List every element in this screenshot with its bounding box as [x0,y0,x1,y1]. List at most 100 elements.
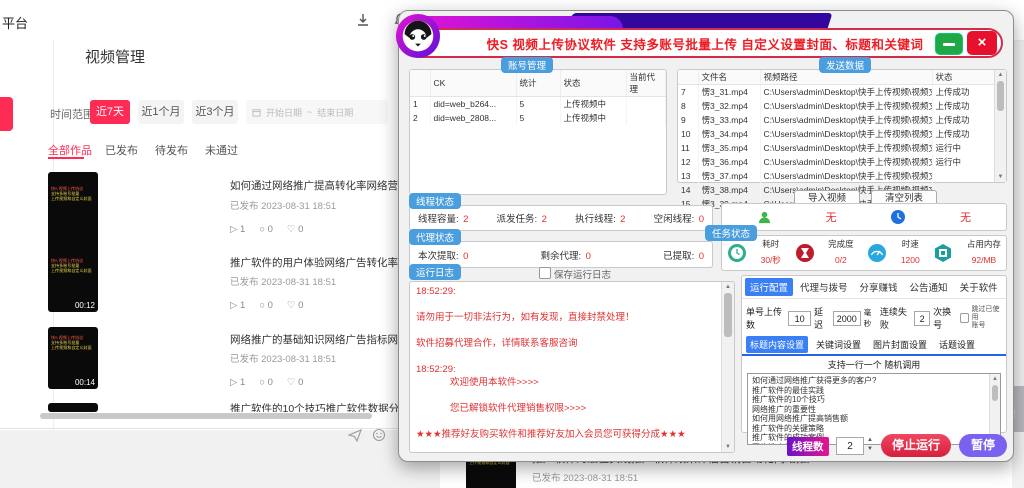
thread-count-label: 线程数 [787,437,829,456]
thread-count-stepper[interactable]: ▲▼ [867,436,873,454]
task-section-tag: 任务状态 [705,225,757,241]
smiley-icon[interactable] [372,428,386,442]
fail-input[interactable]: 2 [914,311,930,326]
site-brand: 平台 [2,13,28,32]
monitor-value: 无 [960,209,971,225]
time-range-label: 时间范围 [50,106,94,122]
user-icon [757,210,772,225]
send-row[interactable]: 8愣3_32.mp4C:\Users\admin\Desktop\快手上传视频\… [678,99,1006,113]
download-icon[interactable] [355,12,373,30]
stop-run-button[interactable]: 停止运行 [881,434,951,457]
thumbnail-text: 快S 视频上传协议支持多账号批量上传视频和自定义封面 [48,172,98,201]
log-section-tag: 运行日志 [409,264,461,280]
upload-per-account-input[interactable]: 10 [788,311,811,326]
tab-pending[interactable]: 待发布 [155,142,188,158]
send-row[interactable]: 11愣3_35.mp4C:\Users\admin\Desktop\快手上传视频… [678,141,1006,155]
tab-all-works[interactable]: 全部作品 [48,142,92,158]
log-line: 18:52:29: [416,363,728,376]
subtab-topics[interactable]: 话题设置 [935,336,979,353]
video-meta: 已发布 2023-08-31 18:51 [230,274,336,288]
monitor-value: 无 [826,209,837,225]
like-count-icon: ♡ [287,300,296,311]
video-thumbnail[interactable]: 快S 视频上传协议支持多账号批量上传视频和自定义封面 00:14 [48,327,98,389]
send-row[interactable]: 7愣3_31.mp4C:\Users\admin\Desktop\快手上传视频\… [678,85,1006,100]
titles-textarea[interactable]: 如何通过网络推广获得更多的客户? 推广软件的最佳实践 推广软件的10个技巧 网络… [747,373,1001,445]
log-line: 请勿用于一切非法行为，如有发现，直接封禁处理！ [416,311,728,324]
send-row[interactable]: 13愣3_37.mp4C:\Users\admin\Desktop\快手上传视频… [678,169,1006,183]
tab-share-earn[interactable]: 分享赚钱 [855,278,903,296]
task-status-box: 耗时30/秒 完成度0/2 时速1200 占用内存92/MB [721,235,1007,271]
comment-count-icon: ○ [259,300,265,311]
video-title[interactable]: 推广软件的用户体验网络广告转化率推广软件营销推广软件软件网络营销分析#推广软件数 [230,255,398,270]
account-row[interactable]: 1did=web_b264...5上传视频中 [410,97,666,112]
log-line: 您已解锁软件代理销售权限>>>> [416,402,728,415]
date-separator: ~ [307,107,312,117]
log-scrollbar[interactable]: ▲ ▼ [721,282,734,452]
subtab-keywords[interactable]: 关键词设置 [812,336,865,353]
delay-label: 延迟 [814,305,830,331]
tab-run-config[interactable]: 运行配置 [745,278,793,296]
account-table[interactable]: CK统计状态当前代理 1did=web_b264...5上传视频中 2did=w… [409,69,667,195]
video-stats: ▷ 1 ○ 0 ♡ 0 [230,377,303,388]
titles-hint: 支持一行一个 随机调用 [742,356,1006,373]
titlebar: 快S 视频上传协议软件 支持多账号批量上传 自定义设置封面、标题和关键词 [407,28,1003,58]
send-row[interactable]: 10愣3_34.mp4C:\Users\admin\Desktop\快手上传视频… [678,127,1006,141]
app-title: 快S 视频上传协议软件 支持多账号批量上传 自定义设置封面、标题和关键词 [487,34,924,53]
sidebar-active-item[interactable] [0,97,13,131]
save-log-checkbox[interactable] [539,267,551,279]
subtab-cover[interactable]: 图片封面设置 [869,336,931,353]
uploader-app-window: 快S 视频上传协议软件 支持多账号批量上传 自定义设置封面、标题和关键词 × 账… [398,10,1014,462]
pause-button[interactable]: 暂停 [959,434,1007,457]
tab-rejected[interactable]: 未通过 [205,142,238,158]
video-stats: ▷ 1 ○ 0 ♡ 0 [230,224,303,235]
video-thumbnail[interactable]: 快S 视频上传协议支持多账号批量上传视频和自定义封面 00:12 [48,250,98,312]
proxy-section-tag: 代理状态 [409,229,461,245]
send-section-tag: 发送数据 [819,57,871,73]
save-log-label: 保存运行日志 [554,267,611,281]
horizontal-scrollbar[interactable] [40,413,372,419]
thread-count-input[interactable]: 2 [836,437,864,455]
video-duration: 00:14 [75,378,95,387]
tab-announcement[interactable]: 公告通知 [905,278,953,296]
share-icon[interactable] [348,428,362,442]
tab-proxy-dial[interactable]: 代理与拨号 [795,278,853,296]
video-title[interactable]: 如何通过网络推广提高转化率网络营销费用网络营销KPI网络广告监测#推广软件数据分… [230,178,398,193]
subtab-title-content[interactable]: 标题内容设置 [746,336,808,353]
video-thumbnail[interactable]: 快S 视频上传协议支持多账号批量上传视频和自定义封面 00:15 [48,172,98,260]
play-count-icon: ▷ [230,377,237,388]
skip-used-checkbox[interactable] [960,313,969,323]
comment-count-icon: ○ [259,377,265,388]
send-row[interactable]: 12愣3_36.mp4C:\Users\admin\Desktop\快手上传视频… [678,155,1006,169]
date-range-input[interactable]: 开始日期 ~ 结束日期 [246,100,388,124]
hourglass-icon [795,243,815,263]
range-7d-button[interactable]: 近7天 [90,100,130,124]
send-table-scrollbar[interactable]: ▲ ▼ [994,70,1006,182]
skip-used-label: 跳过已使用账号 [972,306,1002,330]
monitor-box: 无 无 [721,203,1007,231]
thumbnail-text: 快S 视频上传协议支持多账号批量上传视频和自定义封面 [48,250,98,273]
range-3m-button[interactable]: 近3个月 [192,100,238,124]
delay-input[interactable]: 2000 [833,311,861,326]
run-log[interactable]: 18:52:29: 请勿用于一切非法行为，如有发现，直接封禁处理！ 软件招募代理… [409,281,735,453]
thumbnail-text: 快S 视频上传协议支持多账号批量上传视频和自定义封面 [48,327,98,350]
like-count-icon: ♡ [287,377,296,388]
upload-per-account-label: 单号上传数 [746,305,785,331]
send-table[interactable]: 文件名视频路径状态 7愣3_31.mp4C:\Users\admin\Deskt… [677,69,1007,183]
close-button[interactable]: × [967,31,997,55]
video-title[interactable]: 推广软件的10个技巧推广软件数据分析资费推广软件费用网络营销转化率营销自动化#推… [230,401,398,412]
play-count-icon: ▷ [230,300,237,311]
video-meta: 已发布 2023-08-31 18:51 [230,198,336,212]
tab-about[interactable]: 关于软件 [955,278,1003,296]
log-line: 欢迎使用本软件>>>> [416,376,728,389]
video-thumbnail[interactable] [48,403,98,412]
minimize-button[interactable] [935,33,963,55]
account-row[interactable]: 2did=web_2808...5上传视频中 [410,111,666,125]
config-panel: 运行配置 代理与拨号 分享赚钱 公告通知 关于软件 单号上传数 10 延迟 20… [741,275,1007,433]
range-1m-button[interactable]: 近1个月 [138,100,184,124]
log-line: ★★★推荐好友购买软件和推荐好友加入会员您可获得分成★★★ [416,428,728,441]
tab-published[interactable]: 已发布 [105,142,138,158]
active-tab-underline [48,157,84,159]
account-section-tag: 账号管理 [501,57,553,73]
video-title[interactable]: 网络推广的基础知识网络广告指标网络营销案例#网络推广案例#网络广告分析#搜索引擎 [230,332,398,347]
send-row[interactable]: 9愣3_33.mp4C:\Users\admin\Desktop\快手上传视频\… [678,113,1006,127]
